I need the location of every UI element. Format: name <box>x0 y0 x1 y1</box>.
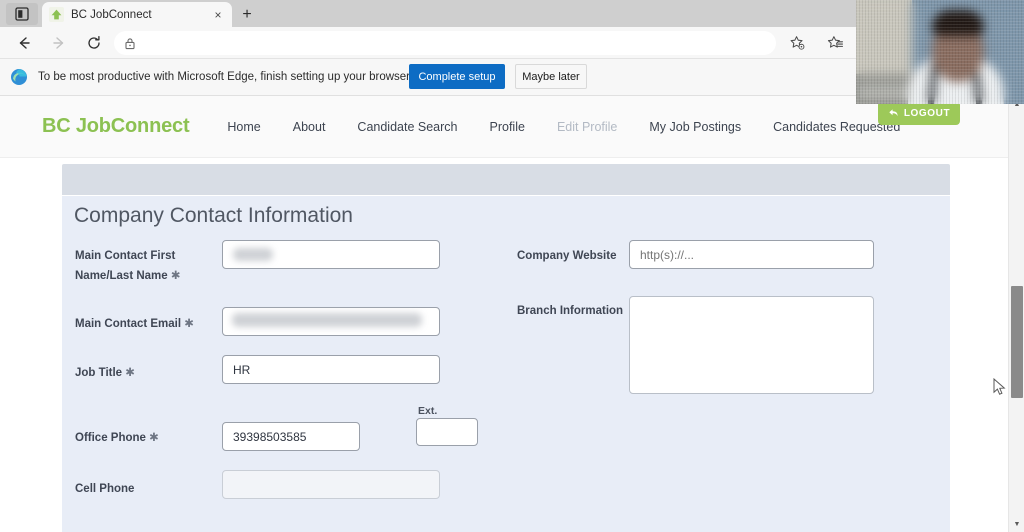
branch-information-textarea[interactable] <box>629 296 874 394</box>
label-cell-phone: Cell Phone <box>75 483 135 495</box>
required-marker: ✱ <box>170 270 181 282</box>
page-content: Company Contact Information Main Contact… <box>0 159 1008 532</box>
inner-page-scrollbar[interactable] <box>1000 96 1008 532</box>
refresh-icon[interactable] <box>82 31 106 55</box>
logout-label: LOGOUT <box>903 107 951 119</box>
browser-tab[interactable]: BC JobConnect × <box>42 2 232 27</box>
nav-link-home[interactable]: Home <box>227 120 260 134</box>
label-company-website: Company Website <box>517 250 617 262</box>
job-title-input[interactable]: HR <box>222 355 440 384</box>
back-arrow-icon[interactable] <box>12 31 36 55</box>
label-branch-information: Branch Information <box>517 305 624 317</box>
label-main-contact-email: Main Contact Email ✱ <box>75 318 194 330</box>
address-bar[interactable] <box>114 31 776 55</box>
main-contact-email-redacted-value <box>232 313 422 327</box>
scroll-down-arrow-icon[interactable]: ▼ <box>1009 516 1024 532</box>
label-office-phone: Office Phone ✱ <box>75 432 159 444</box>
required-marker: ✱ <box>125 367 135 379</box>
label-ext: Ext. <box>418 405 438 417</box>
nav-link-profile[interactable]: Profile <box>490 120 525 134</box>
site-nav-links: Home About Candidate Search Profile Edit… <box>211 120 916 134</box>
favorites-collections-icon[interactable] <box>824 32 846 54</box>
ext-input[interactable] <box>416 418 478 446</box>
company-website-input[interactable] <box>629 240 874 269</box>
logout-button[interactable]: LOGOUT <box>878 101 960 125</box>
scrollbar-thumb[interactable] <box>1011 286 1023 398</box>
bc-jobconnect-favicon <box>48 7 64 23</box>
form-section-title: Company Contact Information <box>74 204 353 227</box>
new-tab-button[interactable]: + <box>236 4 258 26</box>
edge-logo-icon <box>10 68 28 86</box>
section-header-band <box>62 164 950 195</box>
nav-link-candidate-search[interactable]: Candidate Search <box>357 120 457 134</box>
job-title-value: HR <box>233 362 251 377</box>
logout-arrow-icon <box>888 108 899 118</box>
site-logo[interactable]: BC JobConnect <box>42 115 190 138</box>
mouse-pointer <box>993 377 1007 402</box>
nav-link-edit-profile[interactable]: Edit Profile <box>557 120 617 134</box>
nav-link-about[interactable]: About <box>293 120 326 134</box>
label-job-title: Job Title ✱ <box>75 367 135 379</box>
company-contact-form-panel: Company Contact Information Main Contact… <box>62 196 950 532</box>
site-navbar: BC JobConnect Home About Candidate Searc… <box>0 96 1008 158</box>
webcam-pixelation <box>856 0 1024 104</box>
vertical-tabs-icon[interactable] <box>6 3 38 25</box>
web-page-viewport: BC JobConnect Home About Candidate Searc… <box>0 96 1024 532</box>
branch-information-value <box>630 297 873 309</box>
nav-link-my-job-postings[interactable]: My Job Postings <box>649 120 741 134</box>
complete-setup-button[interactable]: Complete setup <box>409 64 505 89</box>
screenshot-root: BC JobConnect × + To be most productive … <box>0 0 1024 532</box>
webcam-video-overlay <box>856 0 1024 104</box>
required-marker: ✱ <box>184 318 194 330</box>
infobar-message: To be most productive with Microsoft Edg… <box>38 71 413 83</box>
required-marker: ✱ <box>149 432 159 444</box>
tab-title: BC JobConnect <box>71 8 152 21</box>
lock-icon <box>124 37 138 50</box>
add-to-favorites-icon[interactable] <box>786 32 808 54</box>
browser-vertical-scrollbar[interactable]: ▲ ▼ <box>1008 96 1024 532</box>
close-icon[interactable]: × <box>210 7 226 23</box>
main-contact-name-redacted-value <box>233 248 273 261</box>
maybe-later-button[interactable]: Maybe later <box>515 64 587 89</box>
label-main-contact-name: Main Contact First Name/Last Name ✱ <box>75 250 181 282</box>
forward-arrow-icon <box>47 31 71 55</box>
office-phone-input[interactable]: 39398503585 <box>222 422 360 451</box>
cell-phone-input[interactable] <box>222 470 440 499</box>
office-phone-value: 39398503585 <box>233 429 307 444</box>
